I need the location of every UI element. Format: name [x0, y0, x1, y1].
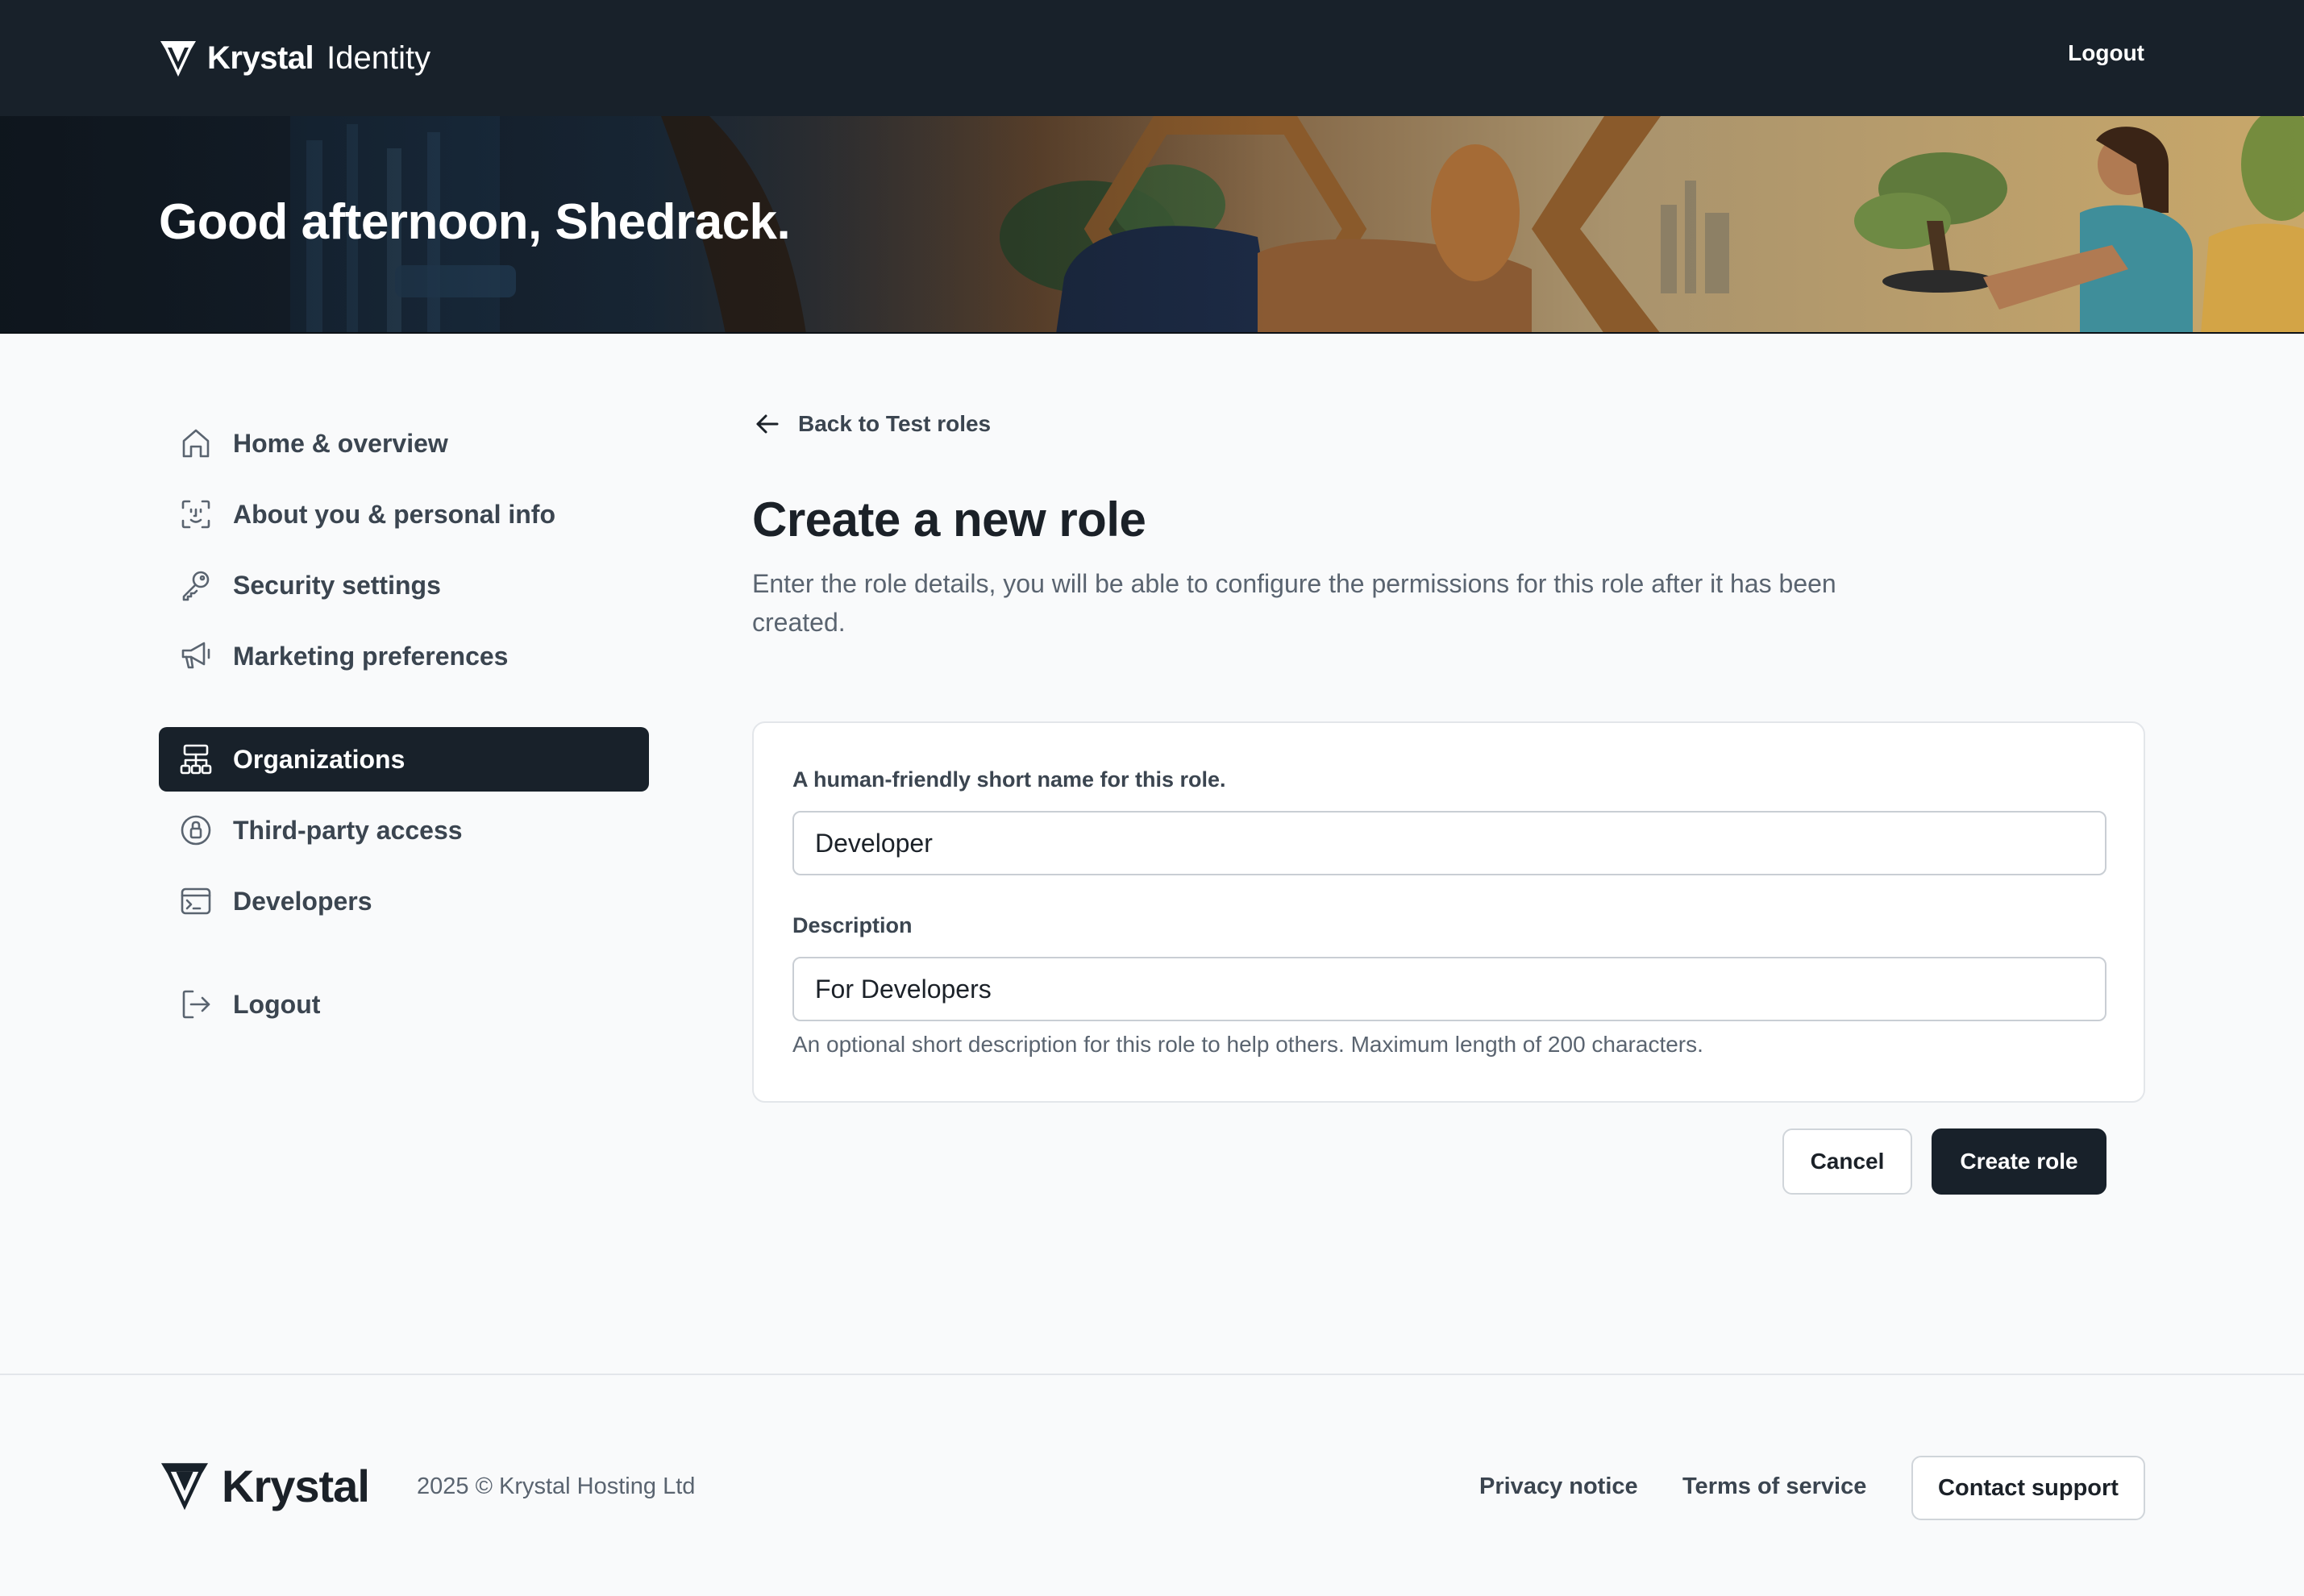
sidebar-item-label: Home & overview	[233, 428, 448, 458]
greeting-heading: Good afternoon, Shedrack.	[159, 194, 791, 250]
cancel-button[interactable]: Cancel	[1782, 1128, 1912, 1195]
header-logout-link[interactable]: Logout	[2068, 40, 2144, 66]
sidebar-item-label: Security settings	[233, 570, 441, 600]
description-help-text: An optional short description for this r…	[792, 1032, 1703, 1057]
sidebar-item-security[interactable]: Security settings	[159, 553, 649, 617]
krystal-logo-icon	[160, 1463, 209, 1511]
face-scan-icon	[178, 497, 214, 532]
terminal-icon	[178, 883, 214, 919]
sidebar-item-about-you[interactable]: About you & personal info	[159, 482, 649, 547]
arrow-left-icon	[756, 414, 779, 434]
footer-brand-name: Krystal	[222, 1460, 370, 1511]
role-form-card: A human-friendly short name for this rol…	[752, 721, 2145, 1103]
sidebar-item-label: Marketing preferences	[233, 641, 509, 671]
krystal-logo-icon	[160, 41, 196, 77]
megaphone-icon	[178, 638, 214, 674]
page-description: Enter the role details, you will be able…	[752, 569, 1836, 637]
role-description-input[interactable]	[792, 957, 2106, 1021]
footer: Krystal 2025 © Krystal Hosting Ltd Priva…	[0, 1374, 2304, 1596]
footer-logo[interactable]: Krystal	[159, 1459, 370, 1512]
sidebar-item-developers[interactable]: Developers	[159, 869, 649, 933]
hierarchy-icon	[178, 742, 214, 777]
terms-of-service-link[interactable]: Terms of service	[1682, 1473, 1866, 1500]
brand-name: Krystal	[207, 39, 314, 76]
back-link-label: Back to Test roles	[798, 411, 992, 436]
create-role-button[interactable]: Create role	[1932, 1128, 2106, 1195]
contact-support-button[interactable]: Contact support	[1911, 1456, 2145, 1520]
sidebar-item-home[interactable]: Home & overview	[159, 411, 649, 476]
back-to-test-roles-link[interactable]: Back to Test roles	[753, 409, 991, 438]
brand-subtitle: Identity	[326, 39, 431, 76]
page-title: Create a new role	[752, 493, 1146, 547]
sidebar-item-marketing[interactable]: Marketing preferences	[159, 624, 649, 688]
logout-icon	[178, 987, 214, 1022]
top-bar: Krystal Identity Logout	[0, 0, 2304, 116]
lock-badge-icon	[178, 813, 214, 848]
sidebar-item-label: Third-party access	[233, 815, 463, 845]
role-description-label: Description	[792, 913, 913, 937]
role-name-input[interactable]	[792, 811, 2106, 875]
copyright-text: 2025 © Krystal Hosting Ltd	[417, 1473, 696, 1499]
sidebar-item-label: Developers	[233, 886, 372, 916]
sidebar-item-label: About you & personal info	[233, 499, 555, 529]
privacy-notice-link[interactable]: Privacy notice	[1479, 1473, 1638, 1500]
sidebar-item-label: Organizations	[233, 744, 405, 774]
role-name-label: A human-friendly short name for this rol…	[792, 767, 1226, 792]
hero-banner: Good afternoon, Shedrack.	[0, 116, 2304, 334]
sidebar-item-third-party[interactable]: Third-party access	[159, 798, 649, 862]
key-icon	[178, 567, 214, 603]
home-icon	[178, 426, 214, 461]
sidebar-item-logout[interactable]: Logout	[159, 972, 649, 1037]
sidebar-item-label: Logout	[233, 989, 321, 1019]
brand-logo[interactable]: Krystal Identity	[159, 37, 430, 79]
sidebar-item-organizations[interactable]: Organizations	[159, 727, 649, 792]
